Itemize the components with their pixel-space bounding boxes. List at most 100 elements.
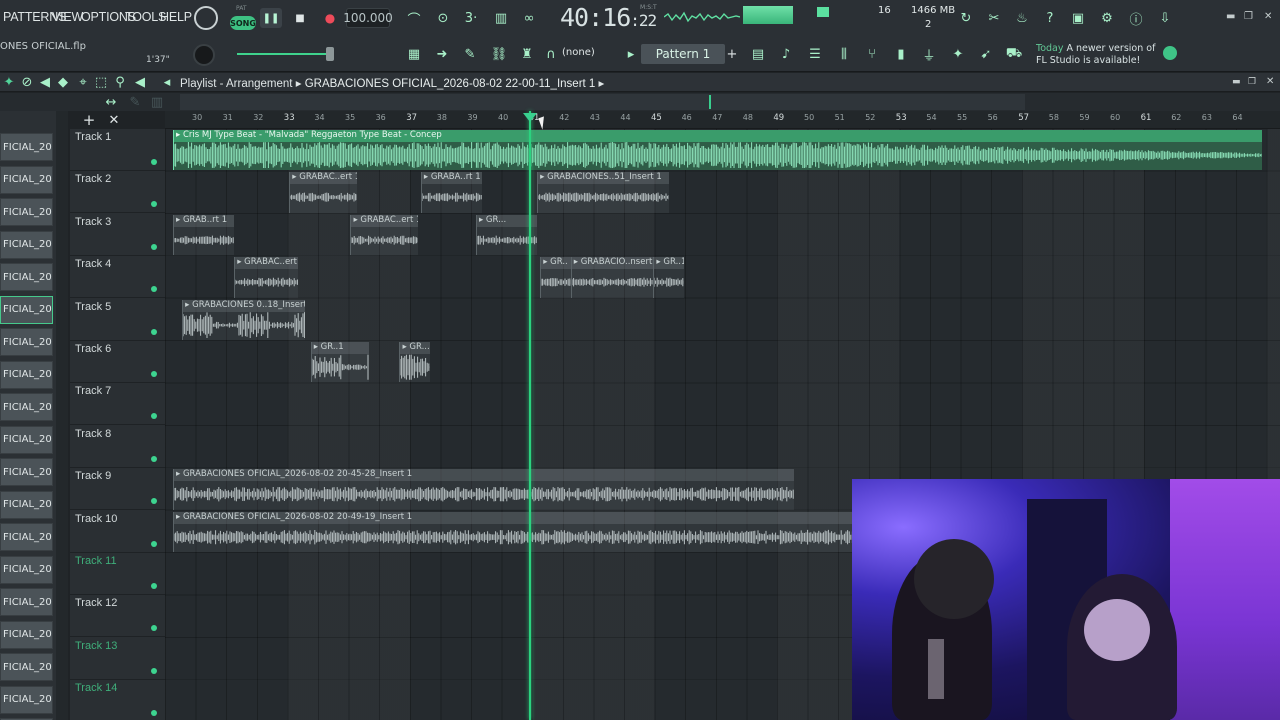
track-header[interactable]: Track 8 xyxy=(70,426,165,468)
microphone-icon[interactable]: ♨ xyxy=(1012,8,1032,28)
piano-roll-icon[interactable]: ♪ xyxy=(776,45,796,63)
track-header[interactable]: Track 11 xyxy=(70,553,165,595)
channel-button[interactable]: FICIAL_20... xyxy=(0,295,53,324)
cart-icon[interactable]: ⛟ xyxy=(1004,45,1024,63)
channel-button[interactable]: FICIAL_20... xyxy=(0,620,53,649)
audio-clip[interactable]: ▸ GR... xyxy=(399,342,431,383)
arrow-right-icon[interactable]: ➜ xyxy=(432,45,452,63)
playhead-marker[interactable] xyxy=(523,113,537,122)
stamp-icon[interactable]: ♜ xyxy=(517,45,537,63)
pencil-small-icon[interactable]: ✎ xyxy=(128,95,142,110)
audio-clip[interactable]: ▸ GRABAC..ert 1 xyxy=(234,257,299,298)
select-tool-icon[interactable]: ⬚ xyxy=(94,75,108,90)
channel-button[interactable]: FICIAL_20... xyxy=(0,490,53,519)
magnet-icon[interactable]: ∩ xyxy=(544,47,558,62)
countdown-icon[interactable]: 3· xyxy=(460,8,482,28)
volume-slider-thumb[interactable] xyxy=(326,47,334,61)
playhead-line[interactable] xyxy=(529,111,531,720)
link-icon[interactable]: ⛓ xyxy=(489,45,509,63)
plug-icon[interactable]: ⏚ xyxy=(919,45,939,64)
audio-clip[interactable]: ▸ GR..1 xyxy=(653,257,684,298)
menu-view[interactable]: VIEW xyxy=(52,10,83,24)
master-pitch-knob[interactable] xyxy=(194,6,218,30)
undo-icon[interactable]: ↻ xyxy=(956,8,976,28)
timeline-ruler[interactable]: 30 31 32 33 34 35 36 37 38 39 40 41 42 43 44 45 46 47 48 49… xyxy=(165,111,1280,129)
track-header[interactable]: Track 7 xyxy=(70,383,165,426)
track-mute-led[interactable] xyxy=(151,413,157,420)
audio-clip[interactable]: ▸ GRABAC..ert 1 xyxy=(350,214,418,256)
metronome-icon[interactable]: ⌒ xyxy=(404,8,424,28)
playlist-menu-arrow-icon[interactable]: ◂ xyxy=(160,75,174,90)
track-mute-led[interactable] xyxy=(151,540,157,547)
track-mute-led[interactable] xyxy=(151,455,157,462)
pencil-icon[interactable]: ✎ xyxy=(460,45,480,63)
track-header[interactable]: Track 14 xyxy=(70,680,165,720)
snap-selector[interactable]: (none) xyxy=(562,47,624,63)
channel-button[interactable]: FICIAL_20... xyxy=(0,523,53,551)
record-button[interactable]: ● xyxy=(320,8,340,28)
audio-clip[interactable]: ▸ GRAB..rt 1 xyxy=(173,214,235,256)
audio-clip[interactable]: ▸ GRABACIONES OFICIAL_2026-08-02 20-45-2… xyxy=(173,469,795,510)
arrangement-overview-scrollbar[interactable] xyxy=(180,94,1025,110)
channel-button[interactable]: FICIAL_20... xyxy=(0,653,53,681)
track-mute-led[interactable] xyxy=(151,667,157,674)
channel-button[interactable]: FICIAL_20... xyxy=(0,555,53,584)
playlist-icon[interactable]: ▤ xyxy=(748,45,768,63)
track-mute-led[interactable] xyxy=(151,583,157,589)
channel-button[interactable]: FICIAL_20... xyxy=(0,230,53,259)
arrow-icon[interactable]: ➹ xyxy=(976,45,996,63)
remove-track-icon[interactable]: ✕ xyxy=(107,113,121,128)
track-header[interactable]: Track 3 xyxy=(70,214,165,256)
track-mute-led[interactable] xyxy=(151,328,157,335)
wand-icon[interactable]: ✦ xyxy=(948,45,968,63)
channel-button[interactable]: FICIAL_20... xyxy=(0,165,53,194)
audio-clip[interactable]: ▸ Cris MJ Type Beat - "Malvada" Reggaeto… xyxy=(173,130,1263,171)
stop-button[interactable]: ■ xyxy=(290,8,310,28)
channel-button[interactable]: FICIAL_20... xyxy=(0,458,53,486)
help-icon[interactable]: ? xyxy=(1040,8,1060,28)
track-header[interactable]: Track 10 xyxy=(70,511,165,553)
channel-list-icon[interactable]: ☰ xyxy=(805,45,825,63)
audio-clip[interactable]: ▸ GRABACIO..nsert 1 xyxy=(570,257,654,298)
mute-tool-icon[interactable]: ◀ xyxy=(38,75,52,90)
track-mute-led[interactable] xyxy=(151,625,157,632)
track-header[interactable]: Track 13 xyxy=(70,638,165,680)
save-icon[interactable]: ▣ xyxy=(1068,8,1088,28)
audio-clip[interactable]: ▸ GR..1 xyxy=(310,342,369,383)
menu-help[interactable]: HELP xyxy=(160,10,192,24)
track-header[interactable]: Track 9 xyxy=(70,468,165,511)
cut-icon[interactable]: ✂ xyxy=(984,8,1004,28)
audio-clip[interactable]: ▸ GR... xyxy=(475,214,538,256)
add-pattern-icon[interactable]: + xyxy=(727,44,738,64)
audio-clip[interactable]: ▸ GRABACIONES 0..18_Insert 1 xyxy=(182,299,305,340)
channel-button[interactable]: FICIAL_20... xyxy=(0,263,53,291)
channel-button[interactable]: FICIAL_20... xyxy=(0,393,53,421)
playback-tool-icon[interactable]: ◀ xyxy=(133,75,147,90)
loop-record-icon[interactable]: ∞ xyxy=(518,8,540,28)
mixer-icon[interactable]: ⫼ xyxy=(834,45,854,63)
track-mute-led[interactable] xyxy=(151,201,157,208)
slice-tool-icon[interactable]: ⌖ xyxy=(76,75,90,90)
audio-clip[interactable]: ▸ GRABA..rt 1 xyxy=(420,172,483,213)
audio-clip[interactable]: ▸ GR.. xyxy=(540,257,571,298)
track-mute-led[interactable] xyxy=(151,498,157,505)
audio-clip[interactable]: ▸ GRABAC..ert 1 xyxy=(289,172,357,213)
audio-clip[interactable]: ▸ GRABACIONES..51_Insert 1 xyxy=(537,172,669,213)
playlist-maximize-icon[interactable]: ❐ xyxy=(1248,77,1256,87)
track-mute-led[interactable] xyxy=(151,243,157,250)
add-track-icon[interactable]: + xyxy=(82,111,96,129)
master-volume-slider[interactable] xyxy=(237,53,333,55)
master-volume-knob[interactable] xyxy=(193,44,215,66)
channel-button[interactable]: FICIAL_20... xyxy=(0,328,53,356)
pattern-selector[interactable]: Pattern 1 xyxy=(641,44,725,64)
channel-rack-icon[interactable]: ▦ xyxy=(402,45,426,63)
globe-icon[interactable] xyxy=(1163,46,1177,60)
download-icon[interactable]: ⇩ xyxy=(1155,8,1175,28)
wait-for-input-icon[interactable]: ⊙ xyxy=(432,8,454,28)
track-header[interactable]: Track 2 xyxy=(70,171,165,214)
track-header[interactable]: Track 6 xyxy=(70,341,165,383)
track-mute-led[interactable] xyxy=(151,159,157,165)
info-icon[interactable]: ⓘ xyxy=(1126,8,1146,28)
track-header[interactable]: Track 4 xyxy=(70,256,165,299)
playlist-minimize-icon[interactable]: ▬ xyxy=(1232,77,1241,87)
